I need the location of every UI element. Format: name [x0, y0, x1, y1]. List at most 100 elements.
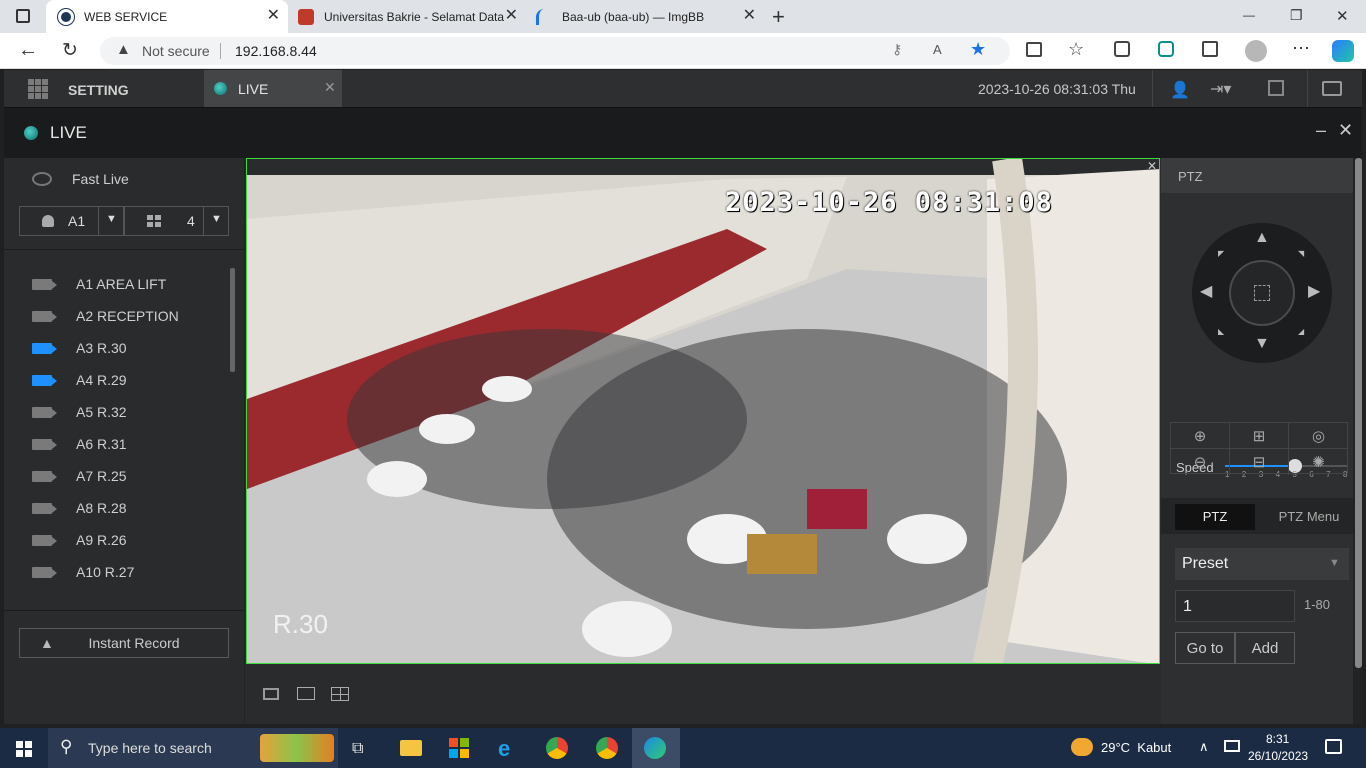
edge-taskbar-button[interactable]	[632, 728, 680, 768]
back-icon[interactable]: ←	[18, 39, 38, 62]
tab-actions-icon[interactable]	[16, 9, 30, 23]
goto-preset-button[interactable]: Go to	[1175, 632, 1235, 664]
more-menu-icon[interactable]: ⋯	[1292, 38, 1310, 59]
live-video-window[interactable]: 2023-10-26 08:31:08 R.30 ✕	[246, 158, 1160, 664]
split-screen-icon[interactable]	[1026, 42, 1042, 57]
qr-code-icon[interactable]	[1268, 80, 1284, 96]
camera-icon	[32, 374, 57, 386]
ptz-direction-wheel[interactable]: ▲ ▼ ◀ ▶ ◤ ◥ ◣ ◢	[1192, 223, 1332, 363]
ptz-down-right-icon[interactable]: ◢	[1298, 327, 1304, 336]
new-tab-button[interactable]: +	[772, 4, 785, 30]
fullscreen-monitor-icon[interactable]	[1322, 81, 1342, 96]
area-select[interactable]: A1 ▼	[19, 206, 124, 236]
close-window-button[interactable]: ✕	[1336, 7, 1349, 25]
camera-list-item[interactable]: A7 R.25	[32, 460, 127, 492]
camera-list-item[interactable]: A1 AREA LIFT	[32, 268, 166, 300]
collections-icon[interactable]	[1114, 41, 1130, 57]
camera-list-item[interactable]: A4 R.29	[32, 364, 127, 396]
close-tab-icon[interactable]: ✕	[505, 8, 518, 24]
camera-list-item[interactable]: A9 R.26	[32, 524, 127, 556]
apps-grid-icon[interactable]	[28, 79, 48, 99]
restore-window-button[interactable]: ❐	[1290, 7, 1303, 24]
preset-number-input[interactable]: 1	[1175, 590, 1295, 622]
ptz-up-right-icon[interactable]: ◥	[1298, 249, 1304, 258]
layout-select[interactable]: 4 ▼	[124, 206, 229, 236]
ptz-up-icon[interactable]: ▲	[1254, 229, 1270, 247]
ptz-down-left-icon[interactable]: ◣	[1218, 327, 1224, 336]
url-box[interactable]: ▲ Not secure 192.168.8.44 ⚷ A ★	[100, 37, 1010, 65]
close-tab-icon[interactable]: ✕	[743, 8, 756, 24]
weather-text[interactable]: 29°C Kabut	[1101, 740, 1171, 755]
task-view-icon[interactable]: ⧉	[352, 740, 363, 758]
show-hidden-icons-icon[interactable]: ∧	[1199, 739, 1209, 755]
camera-list-item[interactable]: A2 RECEPTION	[32, 300, 179, 332]
iris-close-icon[interactable]: ✺	[1289, 449, 1348, 475]
chevron-down-icon: ▼	[1329, 557, 1340, 569]
taskbar-search-box[interactable]: ⚲ Type here to search	[48, 728, 338, 768]
browser-tab-web-service[interactable]: WEB SERVICE ✕	[46, 0, 288, 33]
browser-essentials-icon[interactable]	[1158, 41, 1174, 57]
ptz-left-icon[interactable]: ◀	[1200, 281, 1212, 301]
ptz-down-icon[interactable]: ▼	[1254, 335, 1270, 353]
profile-avatar-icon[interactable]	[1245, 40, 1267, 62]
tab-ptz[interactable]: PTZ	[1175, 504, 1255, 530]
fast-live-label[interactable]: Fast Live	[72, 171, 129, 187]
tab-ptz-menu[interactable]: PTZ Menu	[1269, 504, 1349, 530]
quad-view-icon[interactable]	[331, 687, 349, 701]
network-icon[interactable]	[1224, 740, 1240, 752]
favorites-icon[interactable]: ☆	[1068, 39, 1084, 60]
instant-record-button[interactable]: ▲ Instant Record	[19, 628, 229, 658]
chrome-profile-icon[interactable]	[596, 737, 618, 759]
setting-menu[interactable]: SETTING	[68, 82, 129, 98]
file-explorer-icon[interactable]	[400, 740, 422, 756]
close-panel-icon[interactable]: ✕	[1338, 120, 1353, 141]
zoom-out-icon[interactable]: ⊖	[1171, 449, 1230, 475]
ptz-up-left-icon[interactable]: ◤	[1218, 249, 1224, 258]
camera-list-item[interactable]: A8 R.28	[32, 492, 127, 524]
live-header-icon	[24, 126, 38, 140]
focus-far-icon[interactable]: ⊟	[1230, 449, 1289, 475]
url-text[interactable]: 192.168.8.44	[235, 43, 317, 59]
ptz-right-icon[interactable]: ▶	[1308, 281, 1320, 301]
refresh-icon[interactable]: ↻	[62, 39, 78, 62]
user-icon[interactable]: 👤	[1170, 80, 1190, 100]
read-aloud-icon[interactable]: A	[933, 42, 942, 57]
microsoft-store-icon[interactable]	[449, 738, 469, 758]
close-live-tab-icon[interactable]: ✕	[324, 79, 336, 96]
close-tab-icon[interactable]: ✕	[267, 8, 280, 24]
notifications-icon[interactable]	[1325, 739, 1342, 754]
preset-select[interactable]: Preset ▼	[1175, 548, 1349, 580]
copilot-icon[interactable]	[1332, 40, 1354, 62]
clock-date[interactable]: 26/10/2023	[1248, 749, 1308, 763]
area-select-icon	[42, 215, 54, 227]
minimize-panel-icon[interactable]: –	[1316, 120, 1326, 141]
add-preset-button[interactable]: Add	[1235, 632, 1295, 664]
camera-list-scrollbar[interactable]	[230, 268, 235, 372]
key-icon[interactable]: ⚷	[892, 41, 902, 58]
logout-icon[interactable]: ⇥▾	[1210, 79, 1231, 99]
fast-live-icon[interactable]	[32, 172, 52, 186]
system-datetime: 2023-10-26 08:31:03 Thu	[978, 81, 1136, 97]
camera-list-item[interactable]: A5 R.32	[32, 396, 127, 428]
internet-explorer-icon[interactable]: e	[498, 736, 510, 762]
focus-near-icon[interactable]: ⊞	[1230, 423, 1289, 449]
minimize-window-button[interactable]: —	[1243, 8, 1255, 22]
fullscreen-view-icon[interactable]	[263, 688, 279, 700]
browser-tab-imgbb[interactable]: Baa-ub (baa-ub) — ImgBB ✕	[528, 0, 764, 33]
favorite-star-icon[interactable]: ★	[970, 39, 986, 60]
browser-tab-bakrie[interactable]: Universitas Bakrie - Selamat Data ✕	[290, 0, 526, 33]
page-scrollbar[interactable]	[1355, 158, 1362, 668]
clock-time[interactable]: 8:31	[1266, 732, 1289, 746]
single-view-icon[interactable]	[297, 687, 315, 700]
downloads-icon[interactable]	[1202, 41, 1218, 57]
camera-list-item[interactable]: A6 R.31	[32, 428, 127, 460]
windows-start-icon[interactable]	[16, 741, 32, 757]
zoom-in-icon[interactable]: ⊕	[1171, 423, 1230, 449]
chrome-icon[interactable]	[546, 737, 568, 759]
iris-open-icon[interactable]: ◎	[1289, 423, 1348, 449]
close-video-icon[interactable]: ✕	[1147, 159, 1157, 173]
camera-list-item[interactable]: A3 R.30	[32, 332, 127, 364]
camera-list-item[interactable]: A10 R.27	[32, 556, 134, 588]
edge-icon	[644, 737, 666, 759]
tab-live[interactable]: LIVE ✕	[204, 70, 342, 107]
